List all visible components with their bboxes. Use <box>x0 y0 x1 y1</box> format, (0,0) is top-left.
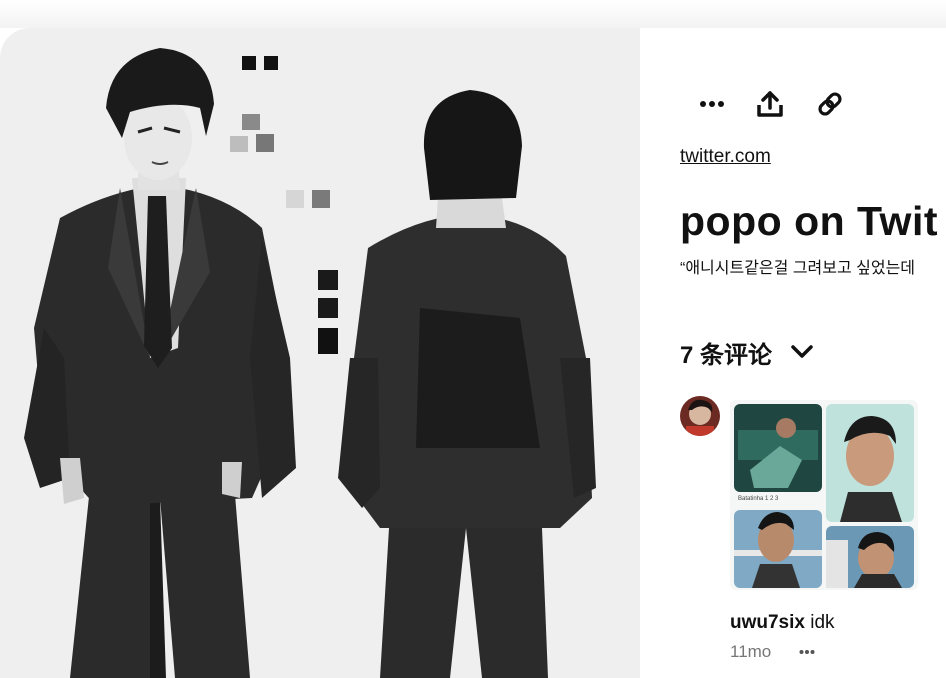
share-icon <box>757 91 783 117</box>
comment-meta: 11mo <box>730 642 815 662</box>
comment-more-button[interactable] <box>799 649 815 655</box>
source-link[interactable]: twitter.com <box>680 146 771 168</box>
page-top-background <box>0 0 946 28</box>
comment-text: idk <box>810 612 835 633</box>
pin-description: “애니시트같은걸 그려보고 싶었는데 <box>680 260 916 277</box>
character-back <box>338 90 596 678</box>
more-icon <box>700 101 724 107</box>
avatar[interactable] <box>680 396 720 436</box>
share-button[interactable] <box>750 84 790 124</box>
link-icon <box>818 92 842 116</box>
pin-details-panel: twitter.com popo on Twit “애니시트같은걸 그려보고 싶… <box>640 28 946 678</box>
more-icon <box>799 650 815 654</box>
comment-attachment-image[interactable]: Batatinha 1 2 3 <box>730 400 918 590</box>
comments-toggle[interactable]: 7 条评论 <box>680 336 814 369</box>
comment-age: 11mo <box>730 642 772 661</box>
pin-image[interactable] <box>0 28 640 678</box>
copy-link-button[interactable] <box>810 84 850 124</box>
attachment-caption: Batatinha 1 2 3 <box>738 496 779 502</box>
more-options-button[interactable] <box>692 84 732 124</box>
comment-body: uwu7six idk <box>730 612 835 634</box>
comments-count: 7 条评论 <box>680 341 773 369</box>
character-front <box>24 48 296 678</box>
pin-title: popo on Twit <box>680 198 938 244</box>
comment-username[interactable]: uwu7six <box>730 612 805 633</box>
character-sheet-illustration <box>24 48 596 678</box>
chevron-down-icon <box>790 344 814 360</box>
